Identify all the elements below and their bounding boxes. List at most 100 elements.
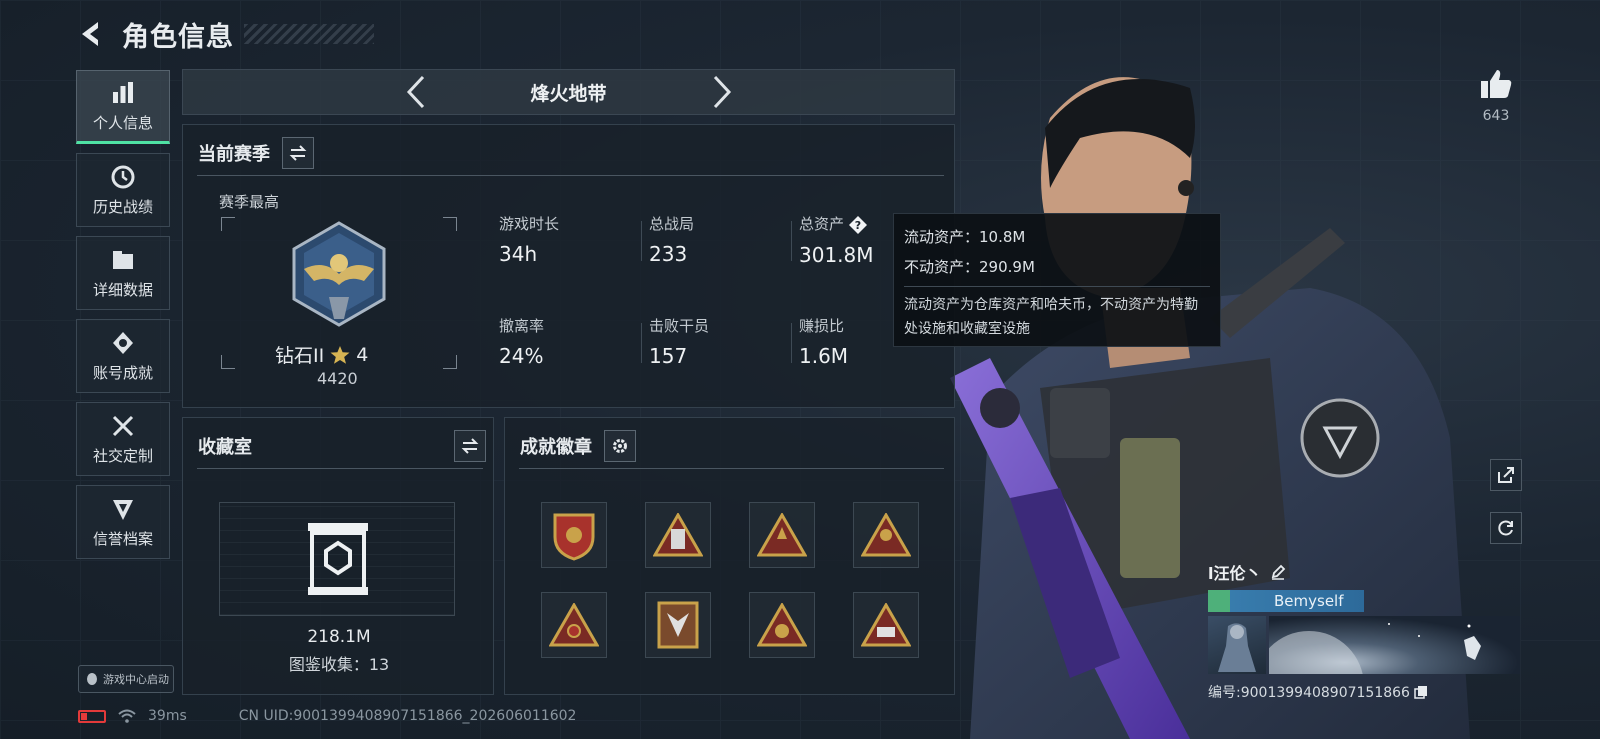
triangle-badge-icon <box>861 513 911 557</box>
badges-settings-button[interactable] <box>604 430 636 462</box>
refresh-button[interactable] <box>1490 512 1522 544</box>
frame-corner <box>221 355 235 369</box>
sidebar-item-label: 账号成就 <box>92 363 153 382</box>
badge-55[interactable] <box>749 592 815 658</box>
soldier-avatar-icon <box>1218 623 1256 672</box>
triangle-badge-icon <box>757 603 807 647</box>
tag-icon <box>1208 590 1230 612</box>
player-name: l汪伦丶 <box>1208 564 1262 583</box>
fox-badge-icon <box>657 601 699 649</box>
triangle-badge-icon <box>549 603 599 647</box>
rank-name: 钻石II <box>275 345 325 367</box>
sidebar-item-label: 详细数据 <box>92 280 153 299</box>
display-case-icon <box>308 523 368 595</box>
wifi-icon <box>118 709 136 723</box>
swap-icon <box>289 145 307 161</box>
sidebar-item-profile[interactable]: 个人信息 <box>76 70 170 144</box>
stat-label: 击败干员 <box>649 317 710 335</box>
shield-badge-icon <box>553 513 595 561</box>
sidebar-item-details[interactable]: 详细数据 <box>76 236 170 310</box>
refresh-icon <box>1498 520 1513 536</box>
collection-title: 收藏室 <box>198 437 252 458</box>
sidebar-item-reputation[interactable]: 信誉档案 <box>76 485 170 559</box>
svg-text:?: ? <box>855 219 861 232</box>
collection-display <box>219 502 455 616</box>
sidebar-item-label: 个人信息 <box>92 113 153 132</box>
mode-selector: 烽火地带 <box>182 69 955 115</box>
copy-icon[interactable] <box>1414 685 1428 699</box>
uid-text: CN UID:9001399408907151866_202606011602 <box>238 708 577 724</box>
player-tag-text: Bemyself <box>1274 592 1344 610</box>
frame-corner <box>443 217 457 231</box>
title-decoration <box>244 24 374 44</box>
badge-runner[interactable] <box>853 502 919 568</box>
chevron-left-icon[interactable] <box>403 75 429 109</box>
rank-score: 4420 <box>317 369 358 388</box>
sidebar-item-label: 社交定制 <box>92 446 153 465</box>
assets-tooltip: 流动资产：10.8M 不动资产：290.9M 流动资产为仓库资产和哈夫币，不动资… <box>893 213 1221 347</box>
divider <box>791 323 792 363</box>
season-switch-button[interactable] <box>282 137 314 169</box>
space-banner-art <box>1269 623 1481 674</box>
season-panel: 当前赛季 赛季最高 钻石II 4 4420 游戏时长 34h 总战局 233 总… <box>182 124 955 408</box>
penguin-icon <box>87 673 97 685</box>
like-button[interactable]: 643 <box>1474 68 1518 124</box>
chevron-right-icon[interactable] <box>709 75 735 109</box>
game-center-launch-button[interactable]: 游戏中心启动 <box>78 665 174 693</box>
sidebar-item-label: 历史战绩 <box>92 197 153 216</box>
thumbs-up-icon <box>1481 70 1512 98</box>
sidebar-item-social[interactable]: 社交定制 <box>76 402 170 476</box>
divider <box>197 468 483 469</box>
stat-value: 34h <box>499 242 538 266</box>
share-icon <box>1498 467 1514 483</box>
status-bar: 39ms CN UID:9001399408907151866_20260601… <box>78 708 576 724</box>
folder-icon <box>113 250 133 269</box>
tooltip-description: 流动资产为仓库资产和哈夫币，不动资产为特勤处设施和收藏室设施 <box>904 297 1198 337</box>
divider <box>904 286 1210 287</box>
stat-operators-defeated: 击败干员 157 <box>649 315 789 368</box>
sidebar: 个人信息 历史战绩 详细数据 账号成就 社交定制 信誉档案 <box>76 70 170 568</box>
divider <box>791 221 792 261</box>
stat-label: 总战局 <box>649 215 695 233</box>
collection-panel[interactable]: 收藏室 218.1M 图鉴收集：13 <box>182 417 494 695</box>
triangle-badge-icon <box>653 513 703 557</box>
triangle-badge-icon <box>757 513 807 557</box>
player-banner[interactable] <box>1208 616 1520 674</box>
stat-playtime: 游戏时长 34h <box>499 213 639 266</box>
season-title: 当前赛季 <box>198 144 270 165</box>
frame-corner <box>443 355 457 369</box>
divider <box>641 221 642 261</box>
badge-56[interactable] <box>853 592 919 658</box>
badge-locker[interactable] <box>645 502 711 568</box>
shield-icon <box>113 499 133 520</box>
achievement-badges-panel: 成就徽章 <box>504 417 955 695</box>
edit-icon[interactable] <box>1270 564 1286 580</box>
tools-icon <box>112 415 134 436</box>
season-best-label: 赛季最高 <box>219 193 280 211</box>
player-id: 编号:9001399408907151866 <box>1208 685 1410 701</box>
frame-corner <box>221 217 235 231</box>
diamond-rank-emblem <box>292 221 386 327</box>
stat-value: 233 <box>649 242 688 266</box>
badge-eye[interactable] <box>541 592 607 658</box>
sidebar-item-history[interactable]: 历史战绩 <box>76 153 170 227</box>
rank-stars: 4 <box>356 343 369 366</box>
help-icon[interactable]: ? <box>848 215 868 235</box>
header: 角色信息 <box>76 14 374 54</box>
collection-switch-button[interactable] <box>454 430 486 462</box>
badge-fox[interactable] <box>645 592 711 658</box>
bar-chart-icon <box>113 81 133 103</box>
badge-shield[interactable] <box>541 502 607 568</box>
player-card: l汪伦丶 Bemyself 编号:9001399408907151866 <box>1208 560 1520 702</box>
sidebar-item-label: 信誉档案 <box>92 529 153 548</box>
battery-icon <box>78 709 106 723</box>
sidebar-item-achievements[interactable]: 账号成就 <box>76 319 170 393</box>
divider <box>519 468 944 469</box>
back-arrow-icon[interactable] <box>76 19 106 49</box>
badge-star[interactable] <box>749 502 815 568</box>
triangle-badge-icon <box>861 603 911 647</box>
launcher-label: 游戏中心启动 <box>103 673 169 686</box>
page-title: 角色信息 <box>122 21 234 53</box>
share-button[interactable] <box>1490 459 1522 491</box>
divider <box>197 175 944 176</box>
